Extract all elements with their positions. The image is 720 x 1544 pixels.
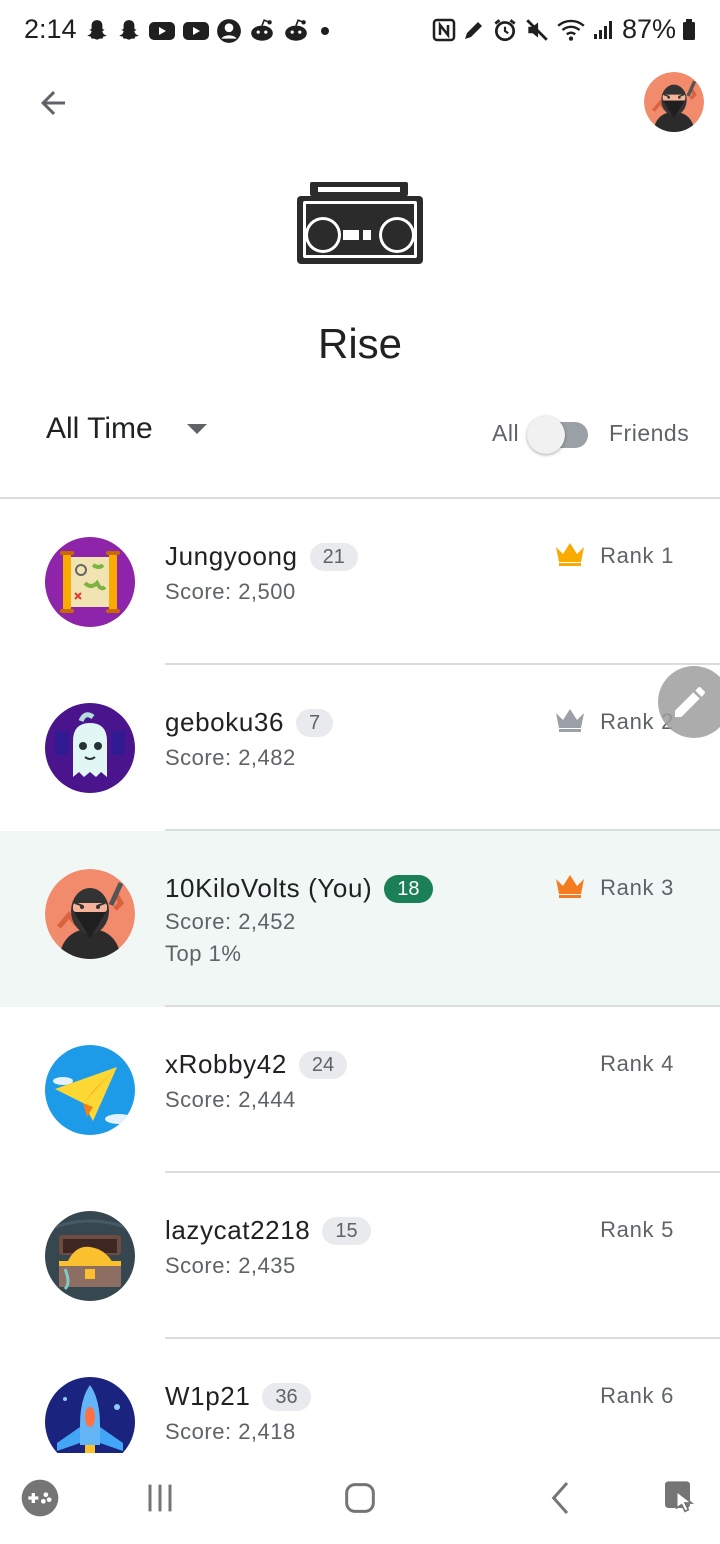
leaderboard-list[interactable]: Jungyoong 21 Score: 2,500 Rank 1 geboku3… — [0, 499, 720, 1453]
player-score: Score: 2,500 — [165, 579, 296, 604]
game-title: Rise — [317, 320, 403, 367]
spaceship-icon — [45, 1377, 135, 1453]
recents-button[interactable] — [140, 1478, 180, 1523]
profile-avatar[interactable] — [644, 72, 704, 132]
player-rank: Rank 4 — [600, 1051, 674, 1076]
wifi-icon — [557, 19, 585, 41]
player-name: lazycat2218 — [165, 1215, 311, 1245]
player-rank: Rank 1 — [600, 543, 674, 568]
player-score: Score: 2,444 — [165, 1087, 296, 1112]
player-name: 10KiloVolts (You) — [165, 873, 373, 903]
back-arrow-icon — [41, 91, 65, 115]
assistant-touch-icon — [665, 1481, 695, 1513]
boombox-icon — [297, 182, 423, 264]
player-name-line: 10KiloVolts (You) 18 — [165, 873, 433, 904]
leaderboard-row[interactable]: lazycat2218 15 Score: 2,435 Rank 5 — [0, 1173, 720, 1339]
mute-icon — [526, 18, 548, 41]
player-avatar — [45, 1377, 135, 1453]
player-name: W1p21 — [165, 1381, 251, 1411]
player-percentile: Top 1% — [165, 941, 242, 966]
time-range-dropdown[interactable]: All Time — [46, 412, 207, 446]
youtube-icon — [149, 22, 175, 40]
ghost-icon — [45, 703, 135, 793]
time-range-label: All Time — [46, 412, 153, 445]
level-badge: 24 — [298, 1050, 348, 1079]
reddit-icon — [285, 19, 307, 41]
player-avatar — [45, 703, 135, 793]
dropdown-arrow-icon — [186, 424, 207, 434]
signal-icon — [593, 20, 612, 39]
system-icons: 87% — [432, 14, 696, 45]
pencil-icon — [675, 687, 705, 717]
level-badge: 18 — [384, 874, 433, 903]
level-badge: 7 — [296, 708, 334, 737]
player-score: Score: 2,435 — [165, 1253, 296, 1278]
player-name: xRobby42 — [165, 1049, 287, 1079]
dot-icon — [321, 27, 329, 35]
battery-icon — [683, 18, 695, 40]
treasure-map-icon — [45, 537, 135, 627]
silver-crown-icon — [556, 709, 584, 732]
edit-fab[interactable] — [658, 666, 720, 738]
notification-icons — [84, 18, 334, 44]
toggle-friends-label: Friends — [609, 420, 690, 446]
nfc-icon — [432, 18, 456, 41]
leaderboard-row[interactable]: Jungyoong 21 Score: 2,500 Rank 1 — [0, 499, 720, 665]
gold-crown-icon — [556, 543, 584, 566]
player-name-line: W1p21 36 — [165, 1381, 311, 1412]
player-avatar — [45, 1045, 135, 1135]
status-time: 2:14 — [24, 14, 77, 44]
nav-back-button[interactable] — [542, 1478, 582, 1523]
leaderboard-row[interactable]: geboku36 7 Score: 2,482 Rank 2 — [0, 665, 720, 831]
alarm-icon — [494, 18, 516, 41]
player-name-line: lazycat2218 15 — [165, 1215, 371, 1246]
status-bar: 2:14 87% — [0, 0, 720, 62]
treasure-chest-icon — [45, 1211, 135, 1301]
navigation-bar — [0, 1454, 720, 1544]
youtube-icon — [183, 22, 209, 40]
player-rank: Rank 5 — [600, 1217, 674, 1242]
game-icon — [296, 180, 424, 266]
battery-level: 87% — [621, 14, 676, 44]
home-button[interactable] — [340, 1478, 380, 1523]
player-name: geboku36 — [165, 707, 285, 737]
back-button[interactable] — [30, 80, 76, 126]
player-name-line: Jungyoong 21 — [165, 541, 358, 572]
toggle-all-label: All — [492, 420, 520, 446]
player-name-line: xRobby42 24 — [165, 1049, 348, 1080]
player-avatar — [45, 1211, 135, 1301]
player-score: Score: 2,452 — [165, 909, 296, 934]
paper-plane-icon — [45, 1045, 135, 1135]
level-badge: 21 — [309, 542, 358, 571]
game-dashboard-button[interactable] — [20, 1478, 60, 1523]
home-icon — [345, 1483, 375, 1513]
player-score: Score: 2,418 — [165, 1419, 296, 1444]
leaderboard-row[interactable]: W1p21 36 Score: 2,418 Rank 6 — [0, 1339, 720, 1453]
snapchat-icon — [87, 20, 107, 40]
assistant-touch-button[interactable] — [660, 1478, 700, 1523]
recents-icon — [148, 1484, 172, 1512]
back-icon — [551, 1482, 569, 1514]
player-avatar — [45, 537, 135, 627]
player-rank: Rank 6 — [600, 1383, 674, 1408]
game-dashboard-icon — [21, 1479, 59, 1517]
reddit-icon — [251, 19, 273, 41]
friends-toggle-knob[interactable] — [527, 416, 565, 454]
leaderboard-row-you[interactable]: 10KiloVolts (You) 18 Score: 2,452 Top 1%… — [0, 831, 720, 1007]
ninja-avatar-icon — [644, 72, 704, 132]
leaderboard-row[interactable]: xRobby42 24 Score: 2,444 Rank 4 — [0, 1007, 720, 1173]
ninja-icon — [45, 869, 135, 959]
player-avatar — [45, 869, 135, 959]
player-name-line: geboku36 7 — [165, 707, 334, 738]
level-badge: 36 — [262, 1382, 311, 1411]
edit-icon — [464, 21, 482, 39]
account-icon — [217, 19, 241, 43]
level-badge: 15 — [322, 1216, 371, 1245]
bronze-crown-icon — [556, 875, 584, 898]
player-score: Score: 2,482 — [165, 745, 296, 770]
player-rank: Rank 3 — [600, 875, 674, 900]
snapchat-icon — [119, 20, 139, 40]
player-name: Jungyoong — [165, 541, 298, 571]
